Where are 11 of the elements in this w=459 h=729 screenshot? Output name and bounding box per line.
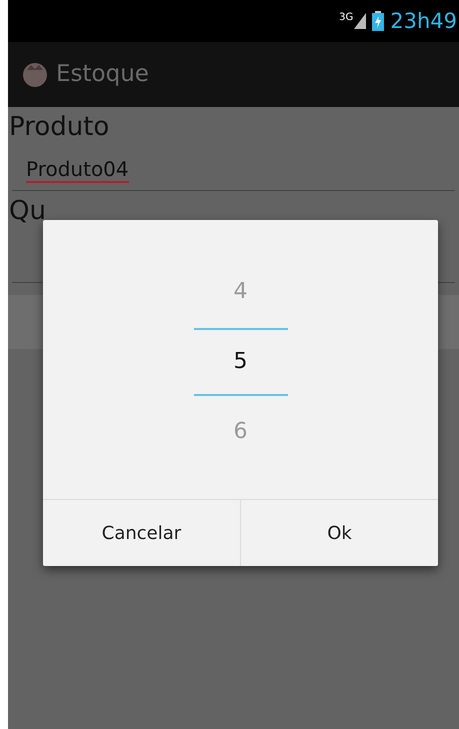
picker-value[interactable]: 5 [234, 330, 248, 394]
quantity-label: Qu [8, 195, 47, 228]
clock-text: 23h49 [390, 10, 457, 32]
dialog-button[interactable]: Ok [240, 500, 438, 566]
signal-icon [354, 13, 366, 29]
app-title: Estoque [56, 60, 149, 90]
product-label: Produto [8, 111, 110, 144]
network-type-label: 3G [339, 13, 354, 23]
dialog-button[interactable]: Cancelar [43, 500, 240, 566]
app-logo-icon [22, 62, 48, 88]
battery-icon [372, 11, 384, 31]
